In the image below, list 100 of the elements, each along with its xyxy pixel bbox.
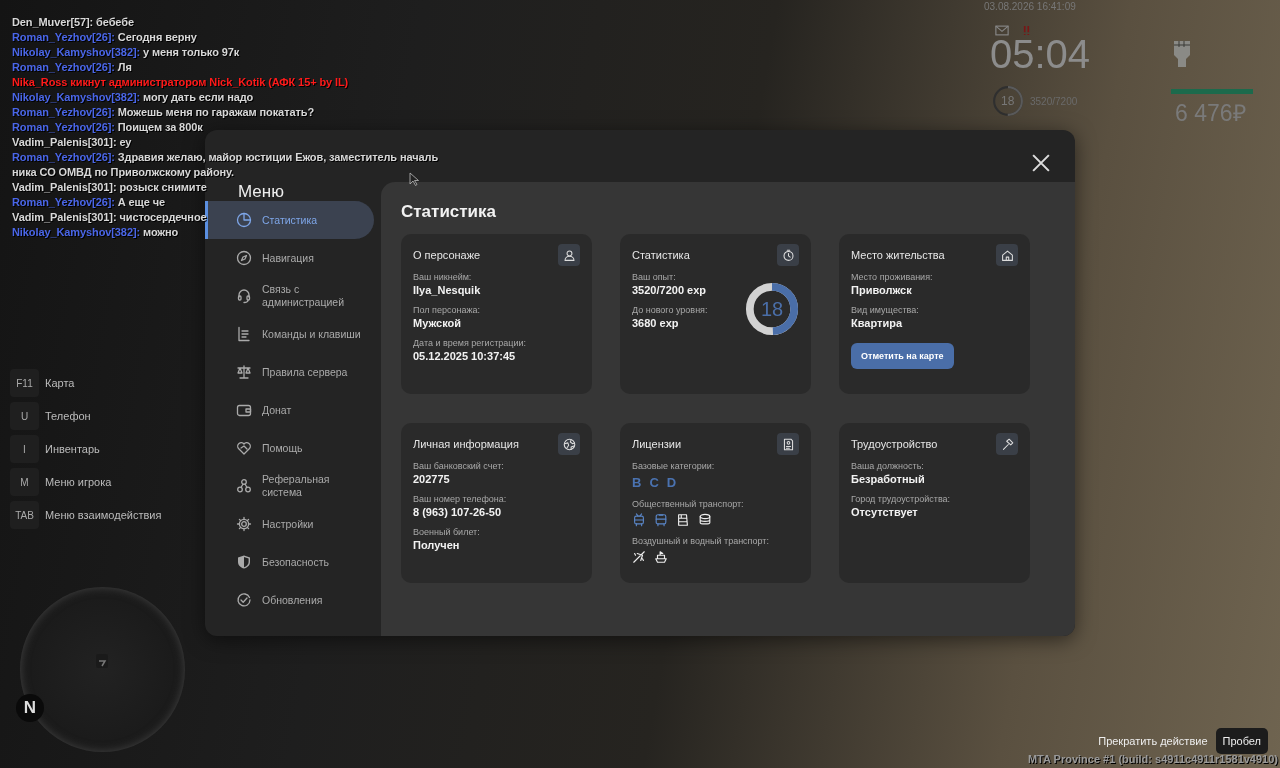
- sidebar-item[interactable]: Команды и клавиши: [205, 315, 374, 353]
- mark-on-map-button[interactable]: Отметить на карте: [851, 343, 954, 369]
- field-value: 8 (963) 107-26-50: [413, 506, 503, 518]
- field-label: Общественный транспорт:: [632, 499, 745, 509]
- player-level: 18: [1001, 94, 1015, 108]
- field-value: 202775: [413, 473, 451, 485]
- card-title: О персонаже: [413, 249, 481, 261]
- chat-notice: Nika_Ross кикнут администратором Nick_Kotik (АФК 15+ by IL): [12, 76, 349, 88]
- field-label: Ваш номер телефона:: [413, 494, 507, 504]
- field-label: Ваш никнейм:: [413, 272, 473, 282]
- pie-chart-icon: [236, 212, 252, 228]
- field-value: Приволжск: [851, 284, 913, 296]
- sidebar-item[interactable]: Обновления: [205, 581, 374, 619]
- player-marker-icon: [95, 653, 109, 669]
- field-value: Отсутствует: [851, 506, 919, 518]
- build-info: MTA Province #1 (build: s4911c4911r1581v4910): [1027, 753, 1278, 765]
- sidebar-item[interactable]: Настройки: [205, 505, 374, 543]
- hotkey-label: Меню игрока: [45, 476, 112, 488]
- card-title: Личная информация: [413, 438, 519, 450]
- hotkey-label: Телефон: [45, 410, 91, 422]
- field-label: Базовые категории:: [632, 461, 716, 471]
- key-cap: I: [10, 435, 39, 463]
- close-icon: [1032, 154, 1050, 172]
- field-value: Квартира: [851, 317, 904, 329]
- field-label: Воздушный и водный транспорт:: [632, 536, 770, 546]
- field-label: Ваш опыт:: [632, 272, 677, 282]
- field-value: 05.12.2025 10:37:45: [413, 350, 517, 362]
- headset-icon: [236, 288, 252, 304]
- field-label: Пол персонажа:: [413, 305, 482, 315]
- chat-message: Roman_Yezhov[26]: Ля: [12, 61, 132, 73]
- field-value: Мужской: [413, 317, 463, 329]
- chat-message: Roman_Yezhov[26]: Здравия желаю, майор юстиции Ежов, заместитель началь: [12, 151, 439, 163]
- hotkey-label: Карта: [45, 377, 75, 389]
- chat-message: Vadim_Palenis[301]: еу: [12, 136, 132, 148]
- level-progress-ring: [745, 282, 799, 336]
- handshake-heart-icon: [236, 440, 252, 456]
- sidebar-item[interactable]: Навигация: [205, 239, 374, 277]
- scales-icon: [236, 364, 252, 380]
- clock-time: 05:04: [990, 32, 1091, 76]
- menu-title: Меню: [238, 182, 285, 201]
- chat-message: Nikolay_Kamyshov[382]: у меня только 97к: [12, 46, 240, 58]
- hotkey-label: Меню взаимодействия: [45, 509, 162, 521]
- sidebar-item[interactable]: Реферальная система: [205, 467, 374, 505]
- field-label: Место проживания:: [851, 272, 933, 282]
- license-category: C: [649, 475, 659, 490]
- field-value: 3680 exp: [632, 317, 680, 329]
- field-label: Военный билет:: [413, 527, 481, 537]
- field-value: Ilya_Nesquik: [413, 284, 482, 296]
- key-cap: TAB: [10, 501, 39, 529]
- field-label: Город трудоустройства:: [851, 494, 951, 504]
- mouse-cursor-icon: [409, 172, 419, 186]
- license-category: B: [632, 475, 642, 490]
- chat-message: Roman_Yezhov[26]: Можешь меня по гаражам покатать?: [12, 106, 314, 118]
- field-value: Получен: [413, 539, 461, 551]
- compass-north: N: [16, 694, 44, 722]
- action-hint: Прекратить действие: [1098, 735, 1208, 747]
- sidebar-item[interactable]: Правила сервера: [205, 353, 374, 391]
- chat-message: Vadim_Palenis[301]: розыск снимите: [12, 181, 207, 193]
- key-cap: Пробел: [1215, 728, 1268, 754]
- wallet-icon: [236, 402, 252, 418]
- mail-icon: [995, 25, 1009, 36]
- field-label: Ваша должность:: [851, 461, 925, 471]
- page-heading: Статистика: [401, 202, 498, 222]
- level-ring: [992, 85, 1024, 117]
- level-number: 18: [760, 299, 784, 319]
- key-cap: F11: [10, 369, 39, 397]
- key-cap: M: [10, 468, 39, 496]
- shield-icon: [236, 554, 252, 570]
- chat-message: Den_Muver[57]: бебебе: [12, 16, 134, 28]
- sidebar-item[interactable]: Связь с администрацией: [205, 277, 374, 315]
- key-cap: U: [10, 402, 39, 430]
- field-value: 3520/7200 exp: [632, 284, 707, 296]
- field-label: Вид имущества:: [851, 305, 920, 315]
- chat-message: Nikolay_Kamyshov[382]: можно: [12, 226, 179, 238]
- compass-icon: [236, 250, 252, 266]
- chat-message: Roman_Yezhov[26]: А еще че: [12, 196, 166, 208]
- list-icon: [236, 326, 252, 342]
- chat-message: Roman_Yezhov[26]: Сегодня верну: [12, 31, 197, 43]
- sidebar-item[interactable]: Помощь: [205, 429, 374, 467]
- card-title: Статистика: [632, 249, 690, 261]
- people-network-icon: [236, 478, 252, 494]
- card-title: Лицензии: [632, 438, 682, 450]
- chat-message: ника СО ОМВД по Приволжскому району.: [12, 166, 235, 178]
- card-title: Трудоустройство: [851, 438, 938, 450]
- license-category: D: [666, 475, 677, 490]
- alert-icon: [1022, 25, 1031, 36]
- chat-message: Roman_Yezhov[26]: Поищем за 800к: [12, 121, 203, 133]
- sidebar-item[interactable]: Донат: [205, 391, 374, 429]
- settings-icon: [236, 516, 252, 532]
- hotkey-label: Инвентарь: [45, 443, 100, 455]
- field-label: Дата и время регистрации:: [413, 338, 526, 348]
- chat-message: Nikolay_Kamyshov[382]: могу дать если надо: [12, 91, 254, 103]
- sidebar-item[interactable]: Безопасность: [205, 543, 374, 581]
- card-title: Место жительства: [851, 249, 945, 261]
- field-label: Ваш банковский счет:: [413, 461, 505, 471]
- field-label: До нового уровня:: [632, 305, 708, 315]
- field-value: Безработный: [851, 473, 926, 485]
- update-check-icon: [236, 592, 252, 608]
- close-button[interactable]: [1032, 154, 1050, 172]
- date-time: 03.08.2026 16:41:09: [984, 1, 1076, 12]
